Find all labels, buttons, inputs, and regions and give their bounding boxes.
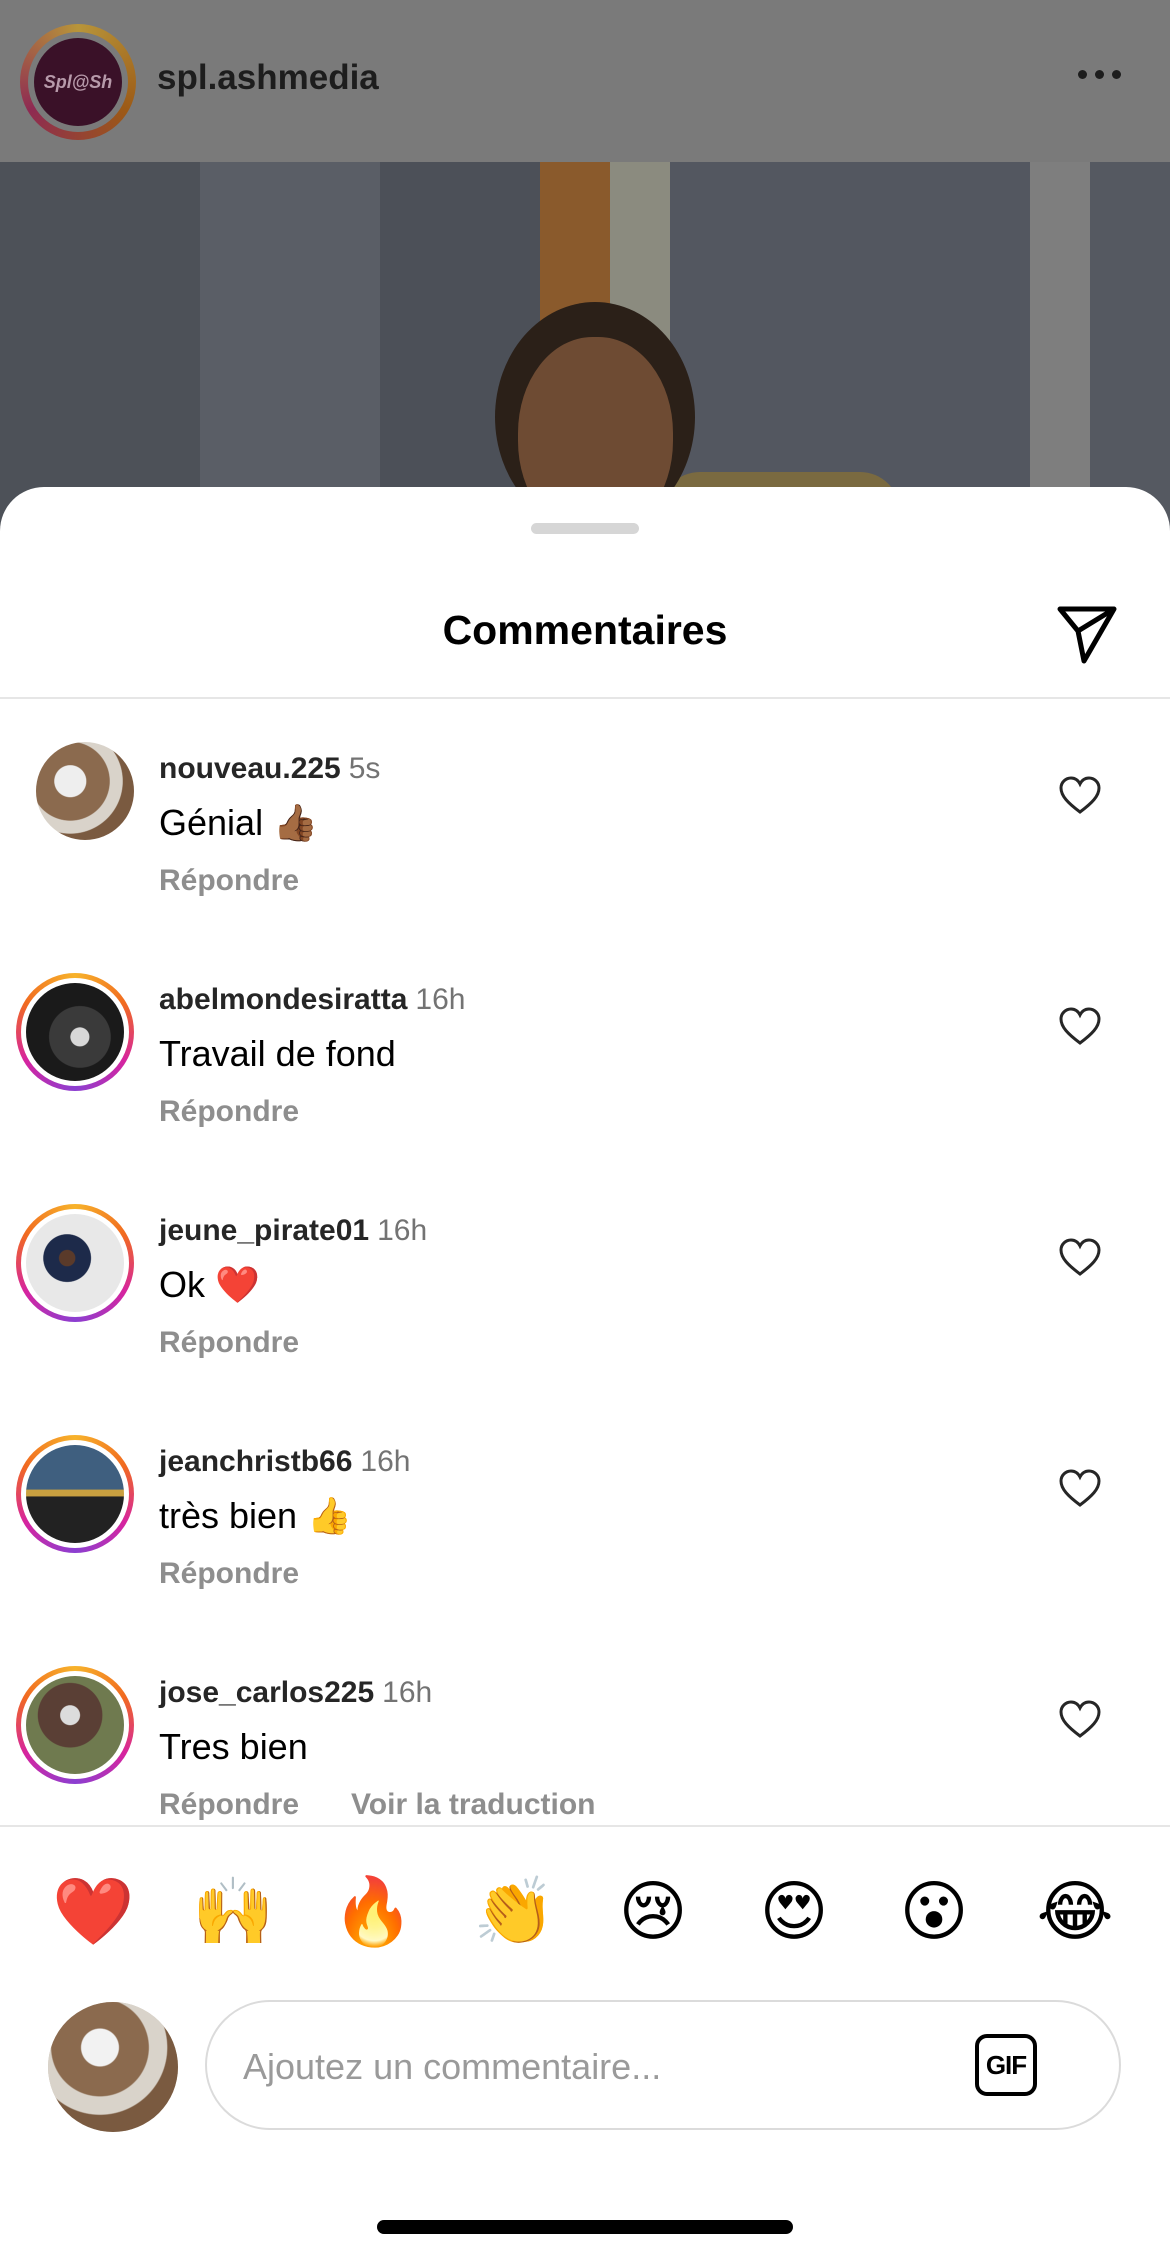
- comment-avatar[interactable]: [16, 1666, 134, 1784]
- comment-avatar[interactable]: [16, 1435, 134, 1553]
- comment-text: Tres bien: [159, 1726, 308, 1767]
- heart-icon[interactable]: [1058, 1700, 1102, 1740]
- heart-icon[interactable]: [1058, 776, 1102, 816]
- emoji-fire-button[interactable]: 🔥: [332, 1872, 414, 1952]
- send-icon[interactable]: [1054, 599, 1120, 665]
- comment-item: abelmondesiratta 16h Travail de fond Répo…: [0, 973, 1170, 1173]
- comment-username[interactable]: jeanchristb66 16h: [159, 1445, 410, 1479]
- emoji-crying-button[interactable]: 😢: [613, 1872, 693, 1952]
- emoji-heart-eyes-button[interactable]: 😍: [754, 1872, 834, 1952]
- post-avatar-logo: Spl@Sh: [34, 38, 122, 126]
- comment-avatar[interactable]: [16, 1204, 134, 1322]
- emoji-raised-hands-button[interactable]: 🙌: [192, 1872, 274, 1952]
- current-user-avatar: [48, 2002, 178, 2132]
- heart-icon[interactable]: [1058, 1238, 1102, 1278]
- emoji-clap-button[interactable]: 👏: [473, 1872, 555, 1952]
- comment-username[interactable]: jose_carlos225 16h: [159, 1676, 432, 1710]
- comment-text: Génial 👍🏾: [159, 802, 318, 843]
- see-translation-button[interactable]: Voir la traduction: [351, 1788, 595, 1822]
- divider: [0, 697, 1170, 699]
- comment-input[interactable]: Ajoutez un commentaire... GIF: [205, 2000, 1121, 2130]
- comment-text: Ok ❤️: [159, 1264, 260, 1305]
- comment-text: Travail de fond: [159, 1033, 396, 1074]
- comment-avatar[interactable]: [16, 973, 134, 1091]
- comment-username[interactable]: nouveau.225 5s: [159, 752, 380, 786]
- reply-button[interactable]: Répondre: [159, 1095, 299, 1129]
- comment-time: 16h: [377, 1214, 428, 1247]
- reply-button[interactable]: Répondre: [159, 1788, 299, 1822]
- emoji-laughing-button[interactable]: 😂: [1035, 1872, 1115, 1952]
- more-options-icon[interactable]: [1078, 70, 1121, 79]
- divider: [0, 1825, 1170, 1827]
- post-background: Spl@Sh spl.ashmedia: [0, 0, 1170, 560]
- post-header: Spl@Sh spl.ashmedia: [0, 0, 1170, 162]
- comment-username[interactable]: abelmondesiratta 16h: [159, 983, 465, 1017]
- comments-sheet: Commentaires nouveau.225 5s Génial 👍🏾 Rép…: [0, 487, 1170, 2259]
- comment-item: nouveau.225 5s Génial 👍🏾 Répondre: [0, 742, 1170, 942]
- comment-item: jeune_pirate01 16h Ok ❤️ Répondre: [0, 1204, 1170, 1404]
- reply-button[interactable]: Répondre: [159, 864, 299, 898]
- post-username[interactable]: spl.ashmedia: [157, 58, 379, 98]
- sheet-grabber[interactable]: [531, 523, 639, 534]
- comment-text: très bien 👍: [159, 1495, 352, 1536]
- comment-time: 16h: [415, 983, 466, 1016]
- comment-item: jeanchristb66 16h très bien 👍 Répondre: [0, 1435, 1170, 1635]
- sheet-title: Commentaires: [442, 607, 728, 653]
- comment-time: 5s: [348, 752, 381, 785]
- heart-icon[interactable]: [1058, 1469, 1102, 1509]
- gif-button[interactable]: GIF: [975, 2034, 1037, 2096]
- comment-item: jose_carlos225 16h Tres bien Répondre Voi…: [0, 1666, 1170, 1866]
- heart-icon[interactable]: [1058, 1007, 1102, 1047]
- home-indicator: [377, 2220, 793, 2234]
- comment-time: 16h: [360, 1445, 411, 1478]
- comment-username[interactable]: jeune_pirate01 16h: [159, 1214, 427, 1248]
- emoji-surprised-button[interactable]: 😮: [894, 1872, 974, 1952]
- comment-time: 16h: [382, 1676, 433, 1709]
- reply-button[interactable]: Répondre: [159, 1326, 299, 1360]
- post-author-avatar[interactable]: Spl@Sh: [20, 24, 136, 140]
- comment-avatar[interactable]: [16, 742, 134, 860]
- quick-reaction-bar: ❤️ 🙌 🔥 👏 😢 😍 😮 😂: [0, 1872, 1170, 1952]
- reply-button[interactable]: Répondre: [159, 1557, 299, 1591]
- comment-input-placeholder: Ajoutez un commentaire...: [243, 2046, 662, 2087]
- emoji-heart-button[interactable]: ❤️: [52, 1872, 134, 1952]
